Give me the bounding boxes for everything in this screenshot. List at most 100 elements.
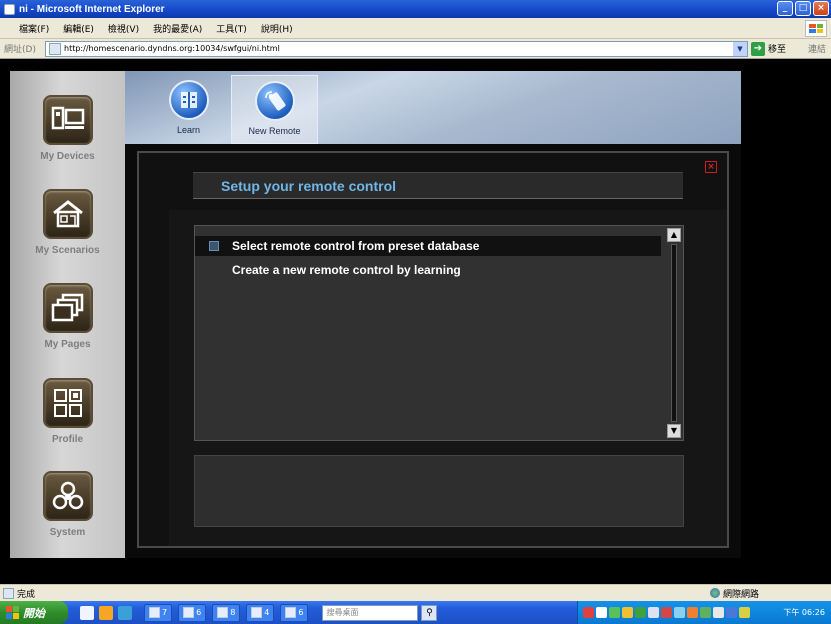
menu-help[interactable]: 說明(H) <box>254 22 300 35</box>
sidebar-label: Profile <box>51 434 84 445</box>
page-title: Setup your remote control <box>221 178 397 194</box>
setup-header: Setup your remote control <box>193 172 683 199</box>
scroll-track[interactable] <box>671 244 677 422</box>
option-label: Select remote control from preset databa… <box>232 239 480 253</box>
window-icon <box>149 607 160 618</box>
list-scrollbar[interactable]: ▲ ▼ <box>667 228 681 438</box>
devices-icon <box>42 95 93 145</box>
system-tray: 下午 06:26 <box>577 601 831 624</box>
close-button[interactable]: × <box>813 1 829 16</box>
window-icon <box>183 607 195 618</box>
sidebar-item-my-devices[interactable]: My Devices <box>10 95 125 162</box>
quicklaunch-firefox-icon[interactable] <box>99 605 113 620</box>
remote-app: My Devices My Scenarios My Pages Profile <box>10 71 741 558</box>
taskbar-item[interactable]: 8 <box>212 603 241 622</box>
desktop-search-input[interactable]: 搜尋桌面 <box>322 604 419 621</box>
tray-icon[interactable] <box>674 607 685 618</box>
address-dropdown-icon[interactable]: ▼ <box>733 41 747 56</box>
minimize-button[interactable]: _ <box>777 1 793 16</box>
sidebar-label: System <box>49 527 86 538</box>
taskbar-item[interactable]: 6 <box>280 603 309 622</box>
tray-icon[interactable] <box>687 607 698 618</box>
top-toolbar: Learn New Remote <box>125 71 741 144</box>
search-icon[interactable]: ⚲ <box>421 604 438 621</box>
menu-favorites[interactable]: 我的最愛(A) <box>146 22 209 35</box>
tray-icon[interactable] <box>661 607 672 618</box>
sidebar-item-my-scenarios[interactable]: My Scenarios <box>10 189 125 256</box>
start-button[interactable]: 開始 <box>0 601 68 624</box>
new-remote-button[interactable]: New Remote <box>231 75 318 144</box>
panel-close-icon[interactable]: × <box>705 161 717 173</box>
sidebar-label: My Pages <box>44 339 91 350</box>
option-preset-database[interactable]: Select remote control from preset databa… <box>195 236 661 256</box>
option-label: Create a new remote control by learning <box>232 263 461 277</box>
taskbar-item-label: 7 <box>162 608 168 617</box>
links-label[interactable]: 連結 <box>808 42 826 55</box>
window-icon <box>217 607 229 618</box>
address-bar: 網址(D) http://homescenario.dyndns.org:100… <box>0 39 831 59</box>
taskbar-item-label: 4 <box>264 608 270 617</box>
status-text: 完成 <box>17 589 36 600</box>
address-label: 網址(D) <box>4 45 36 55</box>
scroll-down-icon[interactable]: ▼ <box>667 424 681 438</box>
pages-icon <box>42 283 93 333</box>
taskbar-item[interactable]: 6 <box>178 603 207 622</box>
window-icon <box>251 607 263 618</box>
taskbar-item[interactable]: 4 <box>246 603 275 622</box>
quicklaunch-desktop-icon[interactable] <box>118 605 132 620</box>
zone-label: 網際網路 <box>723 589 760 600</box>
menu-tools[interactable]: 工具(T) <box>209 22 254 35</box>
tray-icon[interactable] <box>622 607 633 618</box>
remote-icon <box>254 81 295 121</box>
taskbar-item-label: 6 <box>196 608 202 617</box>
scroll-up-icon[interactable]: ▲ <box>667 228 681 242</box>
menu-view[interactable]: 檢視(V) <box>101 22 146 35</box>
window-title-bar[interactable]: ni - Microsoft Internet Explorer _ □ × <box>0 0 831 18</box>
sidebar-item-profile[interactable]: Profile <box>10 378 125 445</box>
security-zone: 網際網路 <box>710 587 759 600</box>
tray-icon[interactable] <box>596 607 607 618</box>
learn-book-icon <box>168 80 209 120</box>
menu-file[interactable]: 檔案(F) <box>12 22 56 35</box>
menu-edit[interactable]: 編輯(E) <box>56 22 101 35</box>
window-title: ni - Microsoft Internet Explorer <box>19 3 165 15</box>
windows-logo-icon <box>805 20 827 37</box>
selection-bullet-icon <box>209 241 219 251</box>
taskbar-item-label: 6 <box>298 608 304 617</box>
taskbar-item[interactable]: 7 <box>144 603 173 622</box>
ie-app-icon <box>4 3 15 15</box>
tray-icon[interactable] <box>635 607 646 618</box>
sidebar-item-my-pages[interactable]: My Pages <box>10 283 125 350</box>
new-remote-label: New Remote <box>248 126 301 136</box>
globe-icon <box>710 588 720 598</box>
tray-icon[interactable] <box>700 607 711 618</box>
quicklaunch-ie-icon[interactable] <box>80 605 94 620</box>
clock[interactable]: 下午 06:26 <box>783 607 825 618</box>
tray-icon[interactable] <box>648 607 659 618</box>
window-controls: _ □ × <box>777 1 829 16</box>
sidebar-item-system[interactable]: System <box>10 471 125 538</box>
start-label: 開始 <box>23 607 45 620</box>
learn-button[interactable]: Learn <box>145 75 232 144</box>
tray-icon[interactable] <box>609 607 620 618</box>
done-page-icon <box>3 587 14 599</box>
windows-flag-icon <box>6 606 19 619</box>
go-button[interactable]: ➔ 移至 <box>751 41 787 56</box>
sidebar-label: My Scenarios <box>35 245 100 256</box>
tray-icon[interactable] <box>726 607 737 618</box>
window-icon <box>285 607 297 618</box>
taskbar-item-label: 8 <box>230 608 236 617</box>
maximize-button[interactable]: □ <box>795 1 811 16</box>
address-field[interactable]: http://homescenario.dyndns.org:10034/swf… <box>45 40 748 57</box>
tray-icon[interactable] <box>713 607 724 618</box>
option-learning[interactable]: Create a new remote control by learning <box>195 260 661 280</box>
tray-icon[interactable] <box>583 607 594 618</box>
tray-icon[interactable] <box>739 607 750 618</box>
options-list: Select remote control from preset databa… <box>194 225 684 441</box>
address-url[interactable]: http://homescenario.dyndns.org:10034/swf… <box>64 44 280 53</box>
sidebar: My Devices My Scenarios My Pages Profile <box>10 71 125 558</box>
learn-label: Learn <box>176 125 201 135</box>
options-area: Select remote control from preset databa… <box>169 210 727 546</box>
browser-content: My Devices My Scenarios My Pages Profile <box>0 59 831 584</box>
go-label: 移至 <box>768 45 787 55</box>
